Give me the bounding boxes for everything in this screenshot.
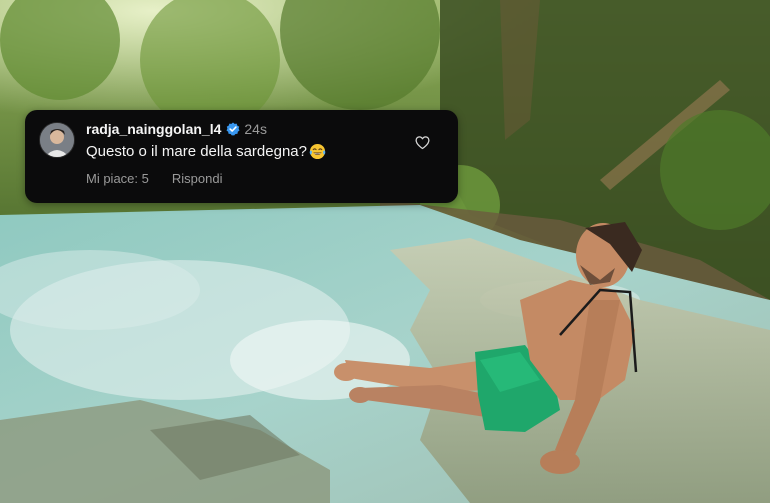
- comment-actions: Mi piace: 5 Rispondi: [86, 171, 222, 186]
- avatar-image: [40, 123, 74, 157]
- laughing-tears-emoji-icon: [309, 143, 326, 160]
- heart-icon[interactable]: [414, 134, 431, 151]
- comment-timestamp: 24s: [244, 121, 267, 137]
- reply-button[interactable]: Rispondi: [172, 171, 223, 186]
- comment-card: radja_nainggolan_l4 24s Questo o il mare…: [25, 110, 458, 203]
- comment-header: radja_nainggolan_l4 24s: [86, 121, 267, 137]
- comment-body: Questo o il mare della sardegna?: [86, 143, 326, 160]
- verified-badge-icon: [226, 122, 240, 136]
- comment-username[interactable]: radja_nainggolan_l4: [86, 121, 221, 137]
- likes-count[interactable]: Mi piace: 5: [86, 171, 149, 186]
- avatar[interactable]: [39, 122, 75, 158]
- background-photo: [0, 0, 770, 503]
- comment-text: Questo o il mare della sardegna?: [86, 143, 307, 160]
